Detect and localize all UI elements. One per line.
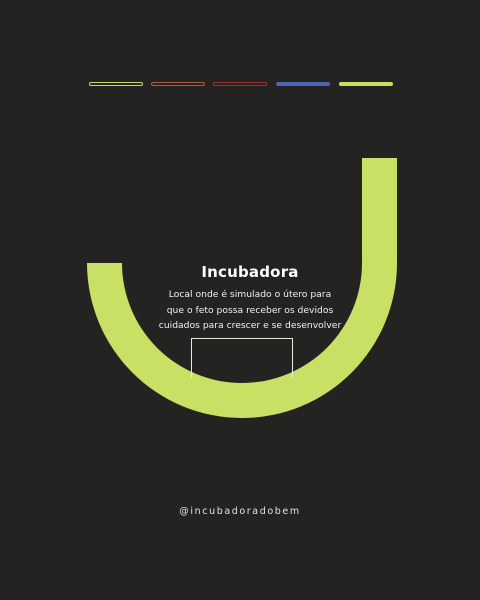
description-line: cuidados para crescer e se desenvolver bbox=[158, 320, 342, 331]
incubator-frame-outline bbox=[191, 338, 293, 378]
description-line: Local onde é simulado o útero para bbox=[168, 289, 332, 300]
page-title: Incubadora bbox=[201, 263, 299, 281]
description: Local onde é simulado o útero para que o… bbox=[140, 287, 360, 334]
social-handle: @incubadoradobem bbox=[179, 506, 301, 517]
description-line: que o feto possa receber os devidos bbox=[166, 304, 334, 316]
